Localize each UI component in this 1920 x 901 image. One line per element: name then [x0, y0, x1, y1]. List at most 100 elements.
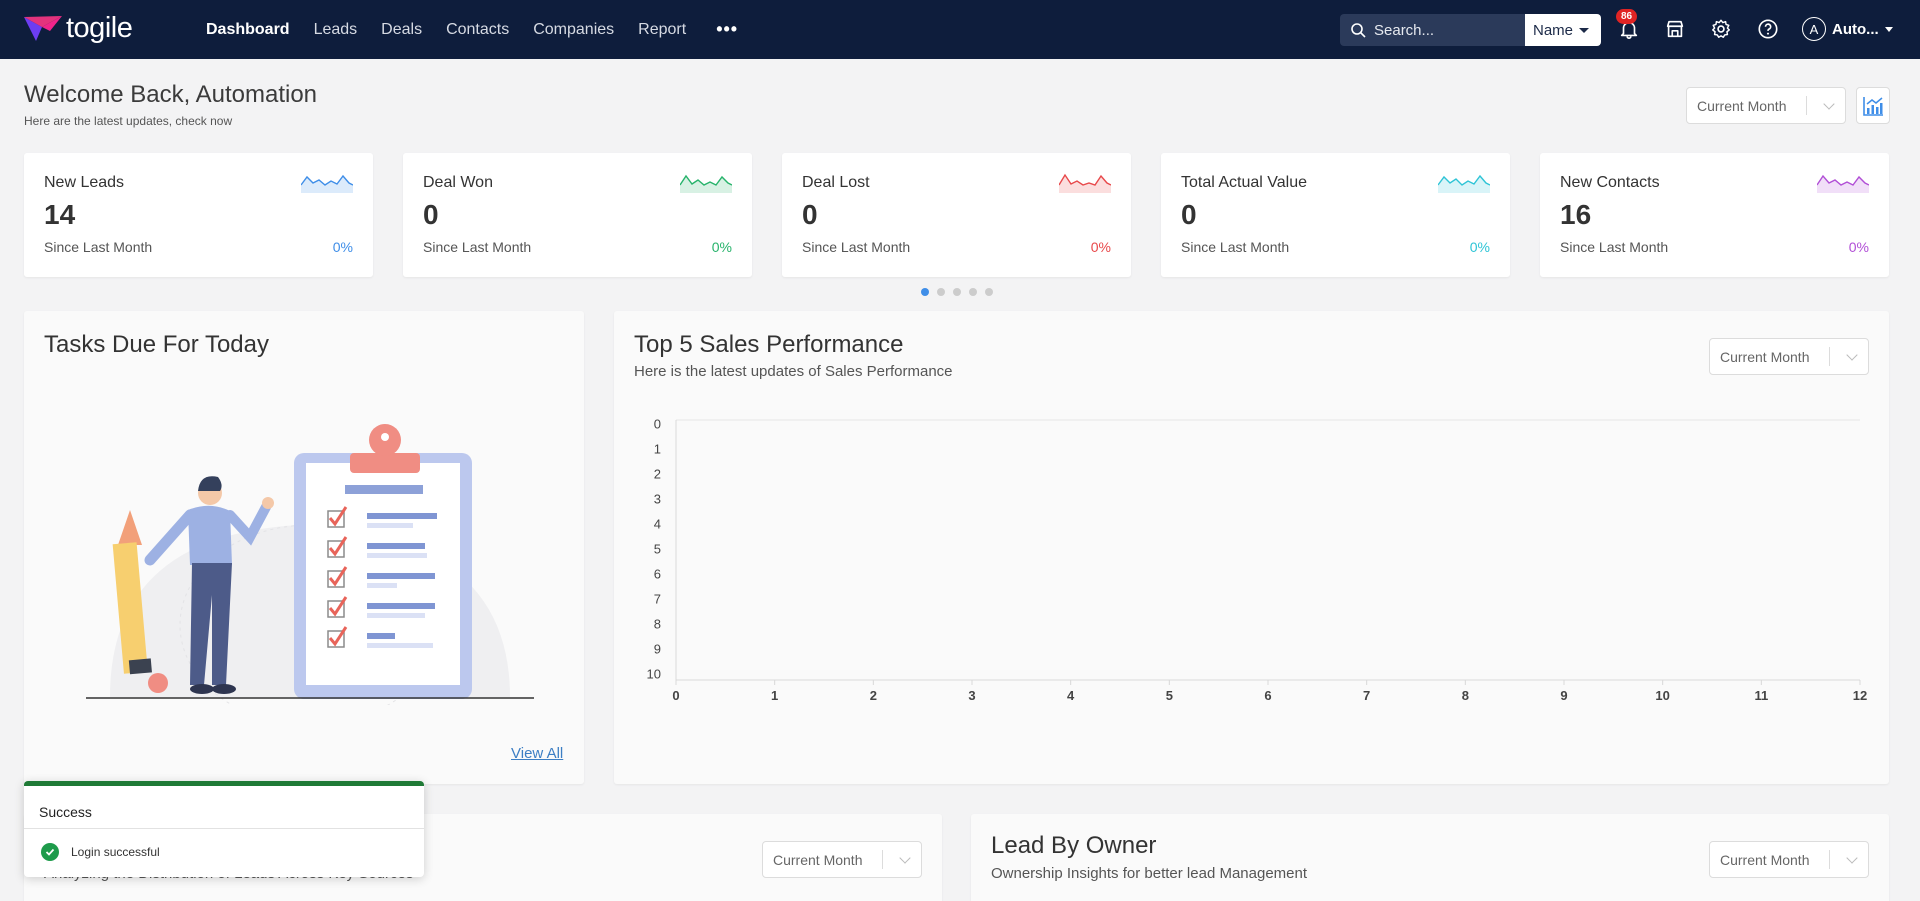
stat-label: Total Actual Value	[1181, 174, 1308, 191]
stat-since: Since Last Month	[44, 239, 153, 255]
header-period-select[interactable]: Current Month	[1686, 87, 1846, 124]
period-select-label: Current Month	[1720, 851, 1810, 868]
sparkline-icon	[1817, 174, 1869, 193]
x-tick-label: 11	[1754, 688, 1768, 703]
lead-owner-title: Lead By Owner	[991, 832, 1157, 859]
carousel-dot[interactable]	[937, 288, 945, 296]
carousel-dot[interactable]	[985, 288, 993, 296]
help-icon[interactable]	[1756, 17, 1780, 41]
x-tick-label: 8	[1462, 688, 1469, 703]
sparkline-icon	[301, 174, 353, 193]
check-circle-icon	[41, 843, 59, 861]
stat-percent: 0%	[332, 239, 353, 255]
view-all-link[interactable]: View All	[511, 745, 563, 762]
stat-card[interactable]: Total Actual Value 0 Since Last Month 0%	[1161, 153, 1510, 277]
logo-text: togile	[66, 11, 133, 44]
y-tick-label: 2	[654, 466, 661, 481]
page-subtitle: Here are the latest updates, check now	[24, 114, 233, 128]
x-tick-label: 2	[870, 688, 877, 703]
search-icon	[1351, 23, 1366, 38]
search-scope-label: Name	[1533, 21, 1574, 39]
x-tick-label: 12	[1853, 688, 1867, 703]
user-name: Auto...	[1832, 20, 1879, 38]
y-tick-label: 7	[654, 591, 661, 606]
sparkline-icon	[680, 174, 732, 193]
toast-title: Success	[39, 804, 92, 820]
x-tick-label: 5	[1166, 688, 1173, 703]
nav-leads[interactable]: Leads	[314, 21, 358, 39]
period-select-label: Current Month	[773, 851, 863, 868]
nav-contacts[interactable]: Contacts	[446, 21, 509, 39]
tasks-panel-title: Tasks Due For Today	[44, 331, 269, 358]
stat-card[interactable]: Deal Lost 0 Since Last Month 0%	[782, 153, 1131, 277]
stat-value: 0	[423, 199, 439, 230]
stat-card[interactable]: New Contacts 16 Since Last Month 0%	[1540, 153, 1889, 277]
notification-badge: 86	[1616, 9, 1638, 24]
x-tick-label: 3	[968, 688, 975, 703]
sales-performance-chart: 0123456789100 1 2 3 4 5 6 7 8 9 10 11 12	[647, 416, 1868, 703]
chevron-down-icon	[1846, 851, 1858, 864]
stat-card[interactable]: Deal Won 0 Since Last Month 0%	[403, 153, 752, 277]
search-scope-select[interactable]: Name	[1525, 14, 1601, 46]
stat-label: Deal Won	[423, 174, 493, 191]
carousel-pagination	[921, 288, 1001, 296]
stat-since: Since Last Month	[802, 239, 911, 255]
y-tick-label: 0	[654, 416, 661, 431]
settings-gear-icon[interactable]	[1709, 17, 1733, 41]
bar-chart-icon	[1863, 96, 1883, 116]
nav-report[interactable]: Report	[638, 21, 686, 39]
sales-period-select[interactable]: Current Month	[1709, 338, 1869, 375]
y-tick-label: 5	[654, 541, 661, 556]
x-tick-label: 6	[1264, 688, 1271, 703]
stat-since: Since Last Month	[1181, 239, 1290, 255]
lead-owner-subtitle: Ownership Insights for better lead Manag…	[991, 865, 1308, 882]
more-menu-icon[interactable]: •••	[716, 19, 738, 40]
page-title: Welcome Back, Automation	[24, 81, 318, 108]
y-tick-label: 1	[654, 441, 661, 456]
y-tick-label: 6	[654, 566, 661, 581]
search-input[interactable]	[1374, 21, 1514, 39]
stat-percent: 0%	[1469, 239, 1490, 255]
caret-down-icon	[1884, 26, 1893, 32]
x-tick-label: 1	[771, 688, 778, 703]
sales-panel-subtitle: Here is the latest updates of Sales Perf…	[634, 363, 953, 380]
user-menu[interactable]: A Auto...	[1802, 17, 1893, 41]
stat-label: New Leads	[44, 174, 125, 191]
search-box[interactable]	[1340, 14, 1525, 46]
logo-icon	[24, 16, 62, 41]
stat-since: Since Last Month	[423, 239, 532, 255]
stat-card[interactable]: New Leads 14 Since Last Month 0%	[24, 153, 373, 277]
stat-value: 0	[802, 199, 818, 230]
y-tick-label: 10	[647, 666, 661, 681]
nav-deals[interactable]: Deals	[381, 21, 422, 39]
stat-percent: 0%	[1848, 239, 1869, 255]
success-toast[interactable]: Success Login successful	[24, 781, 424, 877]
x-tick-label: 10	[1655, 688, 1669, 703]
stat-label: New Contacts	[1560, 174, 1660, 191]
nav-dashboard[interactable]: Dashboard	[206, 21, 290, 39]
logo[interactable]: togile	[22, 11, 133, 44]
y-tick-label: 9	[654, 641, 661, 656]
stat-value: 14	[44, 199, 76, 230]
nav-companies[interactable]: Companies	[533, 21, 614, 39]
x-tick-label: 9	[1560, 688, 1567, 703]
caret-down-icon	[1579, 27, 1590, 33]
tasks-empty-illustration	[86, 424, 534, 705]
period-select-label: Current Month	[1720, 348, 1810, 365]
carousel-dot[interactable]	[969, 288, 977, 296]
period-select-label: Current Month	[1697, 97, 1787, 114]
store-icon[interactable]	[1663, 17, 1687, 41]
stat-value: 0	[1181, 199, 1197, 230]
y-tick-label: 4	[654, 516, 661, 531]
x-tick-label: 4	[1067, 688, 1075, 703]
carousel-dot[interactable]	[921, 288, 929, 296]
chevron-down-icon	[899, 851, 911, 864]
toast-message: Login successful	[71, 845, 160, 859]
chart-toggle-button[interactable]	[1856, 87, 1890, 124]
stat-percent: 0%	[711, 239, 732, 255]
stat-label: Deal Lost	[802, 174, 870, 191]
x-tick-label: 0	[672, 688, 679, 703]
lead-owner-period-select[interactable]: Current Month	[1709, 841, 1869, 878]
carousel-dot[interactable]	[953, 288, 961, 296]
lead-source-period-select[interactable]: Current Month	[762, 841, 922, 878]
